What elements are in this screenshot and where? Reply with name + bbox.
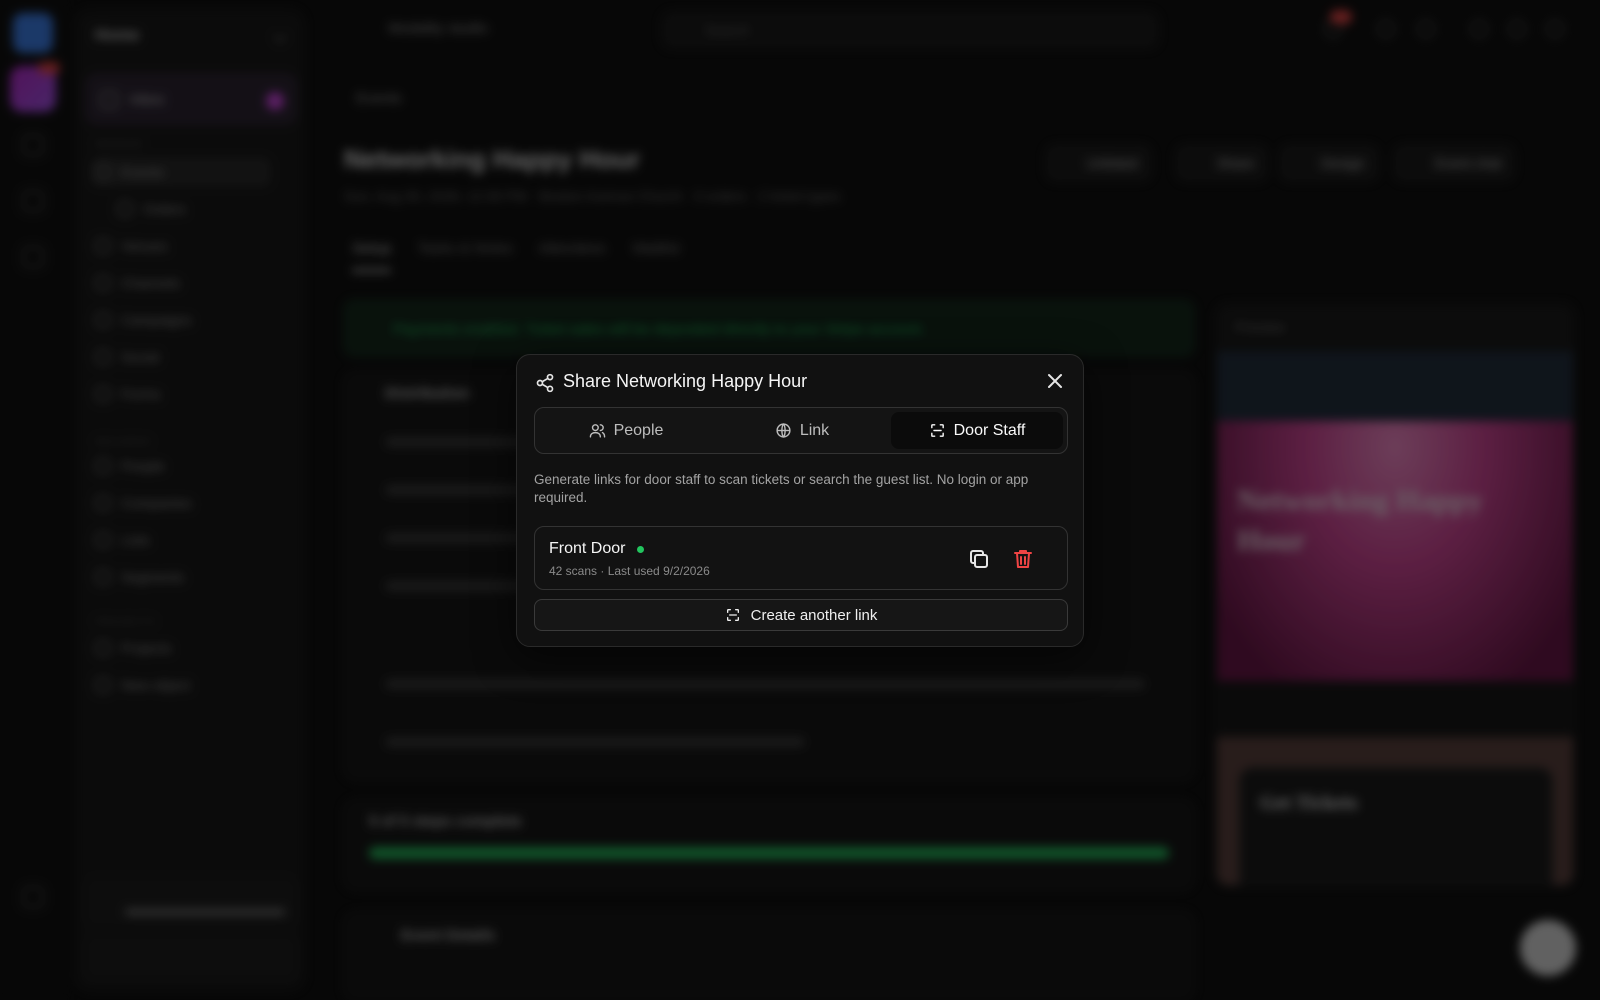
close-icon[interactable]	[1043, 369, 1067, 393]
share-tabs: People Link Door Staff	[534, 407, 1068, 454]
share-dialog: Share Networking Happy Hour People Link …	[516, 354, 1084, 647]
dialog-title: Share Networking Happy Hour	[563, 371, 808, 391]
scan-icon	[726, 609, 739, 621]
tab-people[interactable]: People	[539, 412, 713, 449]
tab-link[interactable]: Link	[715, 412, 889, 449]
copy-icon[interactable]	[967, 547, 991, 571]
status-dot	[637, 546, 644, 553]
globe-icon	[776, 423, 791, 438]
door-link-row: Front Door 42 scans · Last used 9/2/2026	[534, 526, 1068, 590]
scan-icon	[930, 424, 944, 437]
tab-label: People	[613, 421, 664, 439]
dialog-description: Generate links for door staff to scan ti…	[534, 472, 1029, 505]
tab-label: Link	[799, 421, 830, 439]
create-link-button[interactable]: Create another link	[534, 599, 1068, 631]
tab-door-staff[interactable]: Door Staff	[891, 412, 1063, 449]
create-link-label: Create another link	[750, 606, 878, 624]
tab-label: Door Staff	[953, 421, 1026, 439]
users-icon	[589, 424, 605, 438]
link-name: Front Door	[549, 540, 626, 557]
share-icon	[536, 373, 554, 393]
link-meta: 42 scans · Last used 9/2/2026	[549, 564, 710, 578]
trash-icon[interactable]	[1011, 547, 1035, 571]
